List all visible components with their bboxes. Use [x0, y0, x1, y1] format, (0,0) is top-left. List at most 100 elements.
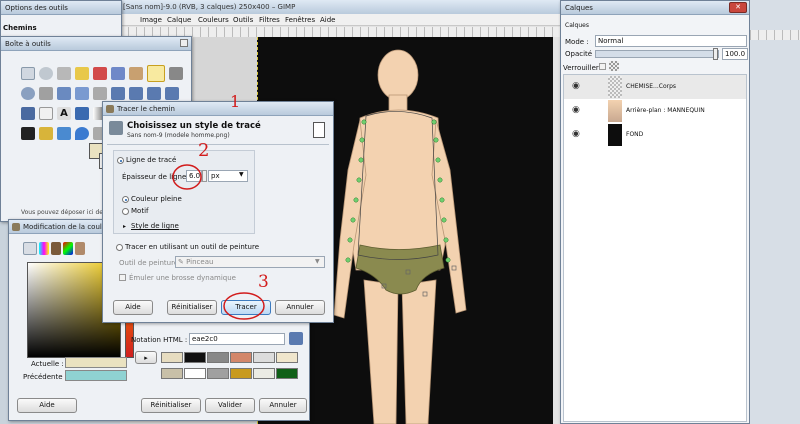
perspective-tool-icon[interactable] — [165, 87, 179, 100]
history-swatch-1[interactable] — [161, 352, 183, 363]
desktop-background — [750, 0, 800, 424]
line-width-input[interactable]: 6.0 — [186, 170, 202, 182]
opacity-slider-handle[interactable] — [713, 48, 718, 60]
layer-mode-label: Mode : — [565, 38, 589, 46]
toolbox-titlebar: Boîte à outils — [1, 37, 191, 51]
line-style-expander[interactable]: Style de ligne — [131, 222, 179, 230]
html-notation-input[interactable]: eae2c0 — [189, 333, 285, 345]
toolbox-close[interactable] — [180, 39, 188, 47]
paths-tool-icon[interactable] — [147, 65, 165, 82]
tool-options-tab[interactable]: Chemins — [3, 24, 37, 32]
unit-select-value: px — [211, 172, 220, 180]
shear-tool-icon[interactable] — [147, 87, 161, 100]
color-help-button[interactable]: Aide — [17, 398, 77, 413]
line-stroke-radio[interactable] — [117, 157, 124, 164]
triangle-selector-icon[interactable] — [63, 242, 73, 255]
stroke-dialog-title: Tracer le chemin — [117, 105, 175, 113]
fuzzy-select-tool-icon[interactable] — [75, 67, 89, 80]
measure-tool-icon[interactable] — [39, 87, 53, 100]
color-picker-tool-icon[interactable] — [169, 67, 183, 80]
foreground-select-tool-icon[interactable] — [129, 67, 143, 80]
brush-selector-icon[interactable] — [51, 242, 61, 255]
menu-filters[interactable]: Filtres — [259, 16, 280, 24]
layer-name: Arrière-plan : MANNEQUIN — [626, 107, 705, 114]
lock-pixels-checkbox[interactable] — [599, 63, 606, 70]
paintbrush-icon: ✎ — [178, 258, 187, 266]
stroke-cancel-button[interactable]: Annuler — [275, 300, 325, 315]
move-tool-icon[interactable] — [57, 87, 71, 100]
crop-tool-icon[interactable] — [93, 87, 107, 100]
history-swatch-5[interactable] — [253, 352, 275, 363]
free-select-tool-icon[interactable] — [57, 67, 71, 80]
line-width-spinner[interactable] — [202, 170, 207, 182]
eye-icon[interactable]: ◉ — [572, 81, 580, 91]
layer-mode-select[interactable]: Normal — [595, 35, 747, 47]
stroke-help-button[interactable]: Aide — [113, 300, 153, 315]
stroke-dialog-subtitle: Sans nom-9 (modele homme.png) — [127, 132, 230, 139]
layer-row[interactable]: ◉ FOND — [564, 123, 746, 147]
pattern-label: Motif — [131, 207, 149, 215]
watercolor-selector-icon[interactable] — [75, 242, 85, 255]
color-reset-button[interactable]: Réinitialiser — [141, 398, 201, 413]
paint-tool-stroke-radio[interactable] — [116, 244, 123, 251]
color-ok-button[interactable]: Valider — [205, 398, 255, 413]
history-swatch-10[interactable] — [230, 368, 252, 379]
annotation-number: 2 — [198, 140, 210, 161]
history-swatch-9[interactable] — [207, 368, 229, 379]
menu-windows[interactable]: Fenêtres — [285, 16, 315, 24]
layers-tab[interactable]: Calques — [565, 22, 589, 29]
emulate-dynamics-label: Émuler une brosse dynamique — [129, 274, 236, 282]
rotate-tool-icon[interactable] — [111, 87, 125, 100]
paint-tool-select[interactable]: ✎ Pinceau — [175, 256, 325, 268]
swatch-history-arrow-button[interactable]: ▸ — [135, 351, 157, 364]
menu-image[interactable]: Image — [140, 16, 162, 24]
align-tool-icon[interactable] — [75, 87, 89, 100]
eye-icon[interactable]: ◉ — [572, 129, 580, 139]
close-icon[interactable]: ✕ — [729, 2, 747, 13]
zoom-tool-icon[interactable] — [21, 87, 35, 100]
ink-tool-icon[interactable] — [21, 127, 35, 140]
stroke-reset-button[interactable]: Réinitialiser — [167, 300, 217, 315]
text-tool-icon[interactable]: A — [57, 107, 71, 120]
clone-tool-icon[interactable] — [39, 127, 53, 140]
history-swatch-12[interactable] — [276, 368, 298, 379]
heal-tool-icon[interactable] — [57, 127, 71, 140]
history-swatch-8[interactable] — [184, 368, 206, 379]
layer-row[interactable]: ◉ CHEMISE...Corps — [564, 75, 746, 99]
color-select-tool-icon[interactable] — [93, 67, 107, 80]
blur-tool-icon[interactable] — [75, 127, 89, 140]
opacity-input[interactable]: 100.0 — [722, 48, 748, 60]
opacity-slider[interactable] — [595, 50, 719, 58]
color-picker-eyedropper-icon[interactable] — [289, 332, 303, 345]
ellipse-select-tool-icon[interactable] — [39, 67, 53, 80]
menu-help[interactable]: Aide — [320, 16, 335, 24]
emulate-dynamics-checkbox[interactable] — [119, 274, 126, 281]
history-swatch-2[interactable] — [184, 352, 206, 363]
stroke-button[interactable]: Tracer — [221, 300, 271, 315]
layer-mode-value: Normal — [598, 37, 624, 45]
solid-color-radio[interactable] — [122, 196, 129, 203]
flip-tool-icon[interactable] — [21, 107, 35, 120]
history-swatch-6[interactable] — [276, 352, 298, 363]
annotation-number: 1 — [230, 92, 241, 111]
menu-tools[interactable]: Outils — [233, 16, 253, 24]
scale-tool-icon[interactable] — [129, 87, 143, 100]
color-cancel-button[interactable]: Annuler — [259, 398, 307, 413]
eye-icon[interactable]: ◉ — [572, 105, 580, 115]
layer-row[interactable]: ◉ Arrière-plan : MANNEQUIN — [564, 99, 746, 123]
rect-select-tool-icon[interactable] — [21, 67, 35, 80]
history-swatch-7[interactable] — [161, 368, 183, 379]
paint-tool-value: Pinceau — [186, 258, 214, 266]
history-swatch-3[interactable] — [207, 352, 229, 363]
history-swatch-4[interactable] — [230, 352, 252, 363]
gimp-selector-icon[interactable] — [23, 242, 37, 255]
menu-layer[interactable]: Calque — [167, 16, 191, 24]
lock-alpha-icon[interactable] — [609, 61, 619, 71]
scissors-tool-icon[interactable] — [111, 67, 125, 80]
cmyk-selector-icon[interactable] — [39, 242, 49, 255]
history-swatch-11[interactable] — [253, 368, 275, 379]
cage-tool-icon[interactable] — [39, 107, 53, 120]
pattern-radio[interactable] — [122, 208, 129, 215]
bucket-fill-tool-icon[interactable] — [75, 107, 89, 120]
menu-colors[interactable]: Couleurs — [198, 16, 229, 24]
